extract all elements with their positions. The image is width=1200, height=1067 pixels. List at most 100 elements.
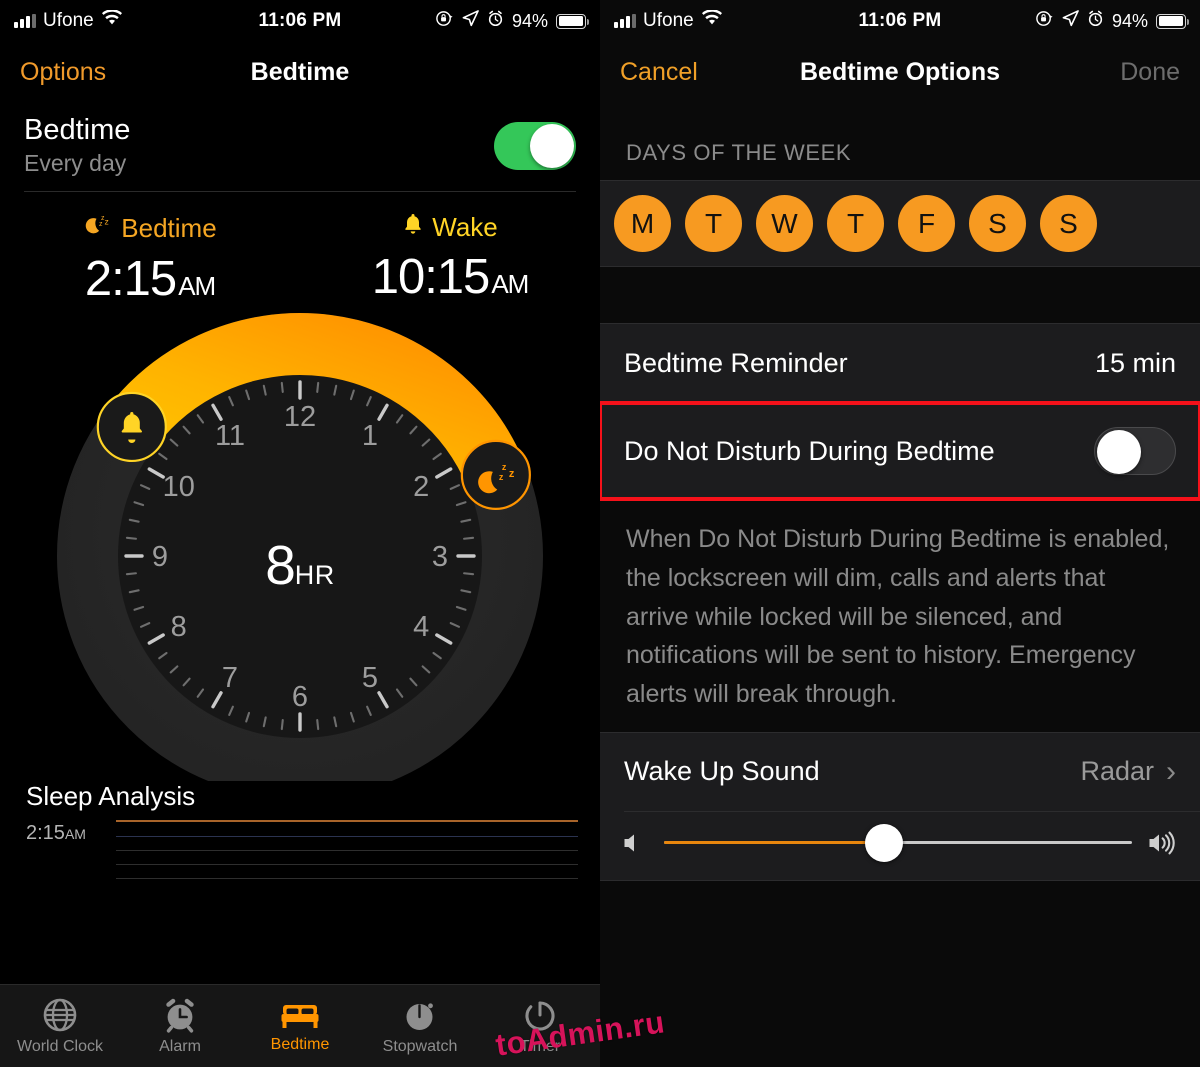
do-not-disturb-row[interactable]: Do Not Disturb During Bedtime (600, 401, 1200, 501)
carrier-label: Ufone (43, 10, 94, 31)
wake-value: 10:15AM (300, 249, 600, 305)
wake-time: 10:15 (371, 250, 491, 305)
tab-label: Alarm (159, 1037, 201, 1055)
rotation-lock-icon (1035, 9, 1054, 34)
do-not-disturb-footnote: When Do Not Disturb During Bedtime is en… (626, 525, 1170, 708)
speaker-mute-icon (622, 830, 648, 856)
svg-text:2: 2 (413, 471, 429, 503)
carrier-label: Ufone (643, 10, 694, 31)
tab-bedtime[interactable]: Bedtime (240, 985, 360, 1067)
slider-thumb[interactable] (864, 823, 903, 862)
sleep-gridlines (116, 820, 600, 892)
svg-text:10: 10 (163, 471, 195, 503)
day-toggle-tuesday[interactable]: T (685, 195, 742, 252)
alarm-clock-icon (1087, 10, 1104, 33)
sleep-axis-label: 2:15AM (26, 820, 116, 845)
bedtime-reminder-row[interactable]: Bedtime Reminder 15 min (600, 324, 1200, 402)
tab-alarm[interactable]: Alarm (120, 985, 240, 1067)
left-phone-screen: Ufone 11:06 PM 94% Options Bedtime Bedti… (0, 0, 600, 1067)
bedtime-reminder-label: Bedtime Reminder (624, 347, 848, 378)
wake-column[interactable]: Wake 10:15AM (300, 212, 600, 307)
nav-bar-right: Cancel Bedtime Options Done (600, 42, 1200, 102)
wake-up-sound-value: Radar (1080, 756, 1154, 787)
bedtime-column[interactable]: zzz Bedtime 2:15AM (0, 212, 300, 307)
svg-text:12: 12 (284, 401, 316, 433)
signal-bars-icon (14, 14, 36, 28)
sleep-gridline (116, 877, 578, 879)
svg-text:z: z (502, 462, 507, 472)
svg-text:4: 4 (413, 611, 429, 643)
svg-text:6: 6 (292, 681, 308, 713)
svg-text:11: 11 (215, 420, 245, 452)
moon-zzz-icon: zzz (83, 212, 113, 245)
bell-icon (402, 212, 424, 243)
alarm-clock-icon (162, 997, 198, 1033)
tab-world-clock[interactable]: World Clock (0, 985, 120, 1067)
day-toggle-thursday[interactable]: T (827, 195, 884, 252)
globe-icon (42, 997, 78, 1033)
wake-sound-group: Wake Up Sound Radar › (600, 731, 1200, 881)
battery-percent-label: 94% (511, 10, 548, 31)
bedtime-reminder-value: 15 min (1094, 347, 1176, 378)
status-bar-right: Ufone 11:06 PM 94% (600, 0, 1200, 42)
volume-slider[interactable] (664, 823, 1132, 862)
reminder-dnd-group: Bedtime Reminder 15 min Do Not Disturb D… (600, 323, 1200, 501)
cancel-button[interactable]: Cancel (620, 58, 698, 87)
status-left-group: Ufone (14, 9, 123, 32)
rotation-lock-icon (435, 9, 454, 34)
battery-percent-label: 94% (1111, 10, 1148, 31)
chevron-right-icon: › (1166, 754, 1176, 788)
dual-screenshot: Ufone 11:06 PM 94% Options Bedtime Bedti… (0, 0, 1200, 1067)
bedtime-ampm: AM (178, 271, 216, 302)
bedtime-master-toggle[interactable] (494, 121, 576, 170)
battery-icon (556, 13, 590, 29)
sleep-axis-ampm: AM (64, 826, 86, 843)
status-right-group: 94% (435, 9, 590, 34)
bedtime-dial[interactable]: 12 1 2 3 4 5 6 7 8 9 10 11 zzz 8HR (0, 311, 600, 782)
day-toggle-sunday[interactable]: S (1040, 195, 1097, 252)
tab-label: World Clock (17, 1037, 103, 1055)
sleep-gridline (116, 835, 578, 837)
svg-text:8: 8 (171, 611, 187, 643)
tab-stopwatch[interactable]: Stopwatch (360, 985, 480, 1067)
sleep-analysis-title: Sleep Analysis (26, 781, 196, 812)
bedtime-heading-label: Bedtime (121, 213, 217, 244)
day-toggle-saturday[interactable]: S (969, 195, 1026, 252)
sleep-analysis-chart: 2:15AM (26, 820, 600, 892)
wake-ampm: AM (491, 269, 529, 300)
slider-fill (664, 841, 884, 845)
done-button[interactable]: Done (1120, 58, 1180, 87)
bedtime-time: 2:15 (84, 252, 177, 307)
time-summary: zzz Bedtime 2:15AM Wake 10:15AM (0, 192, 600, 311)
day-toggle-monday[interactable]: M (614, 195, 671, 252)
bedtime-master-texts: Bedtime Every day (24, 114, 130, 177)
wake-up-sound-row[interactable]: Wake Up Sound Radar › (600, 733, 1200, 811)
sleep-gridline (116, 820, 578, 822)
svg-text:z: z (509, 468, 515, 480)
location-arrow-icon (462, 9, 479, 33)
stopwatch-icon (402, 997, 438, 1033)
days-of-week-row[interactable]: M T W T F S S (600, 180, 1200, 267)
signal-bars-icon (614, 14, 636, 28)
status-left-group: Ufone (614, 9, 723, 32)
status-bar-left: Ufone 11:06 PM 94% (0, 0, 600, 42)
tab-label: Stopwatch (382, 1037, 458, 1055)
wake-up-sound-label: Wake Up Sound (624, 756, 820, 787)
bedtime-master-row[interactable]: Bedtime Every day (0, 102, 600, 191)
day-toggle-wednesday[interactable]: W (756, 195, 813, 252)
volume-row[interactable] (600, 812, 1200, 880)
dial-duration-unit: HR (294, 560, 335, 591)
dial-duration-number: 8 (265, 534, 296, 597)
options-button[interactable]: Options (20, 58, 106, 87)
wifi-icon (101, 9, 123, 32)
svg-text:z: z (499, 472, 504, 482)
wake-heading: Wake (300, 212, 600, 243)
wifi-icon (701, 9, 723, 32)
wake-heading-label: Wake (432, 212, 498, 243)
do-not-disturb-toggle[interactable] (1094, 427, 1176, 475)
day-toggle-friday[interactable]: F (898, 195, 955, 252)
bed-icon (280, 999, 320, 1031)
sleep-gridline (116, 849, 578, 851)
svg-text:1: 1 (362, 420, 378, 452)
alarm-clock-icon (487, 10, 504, 33)
